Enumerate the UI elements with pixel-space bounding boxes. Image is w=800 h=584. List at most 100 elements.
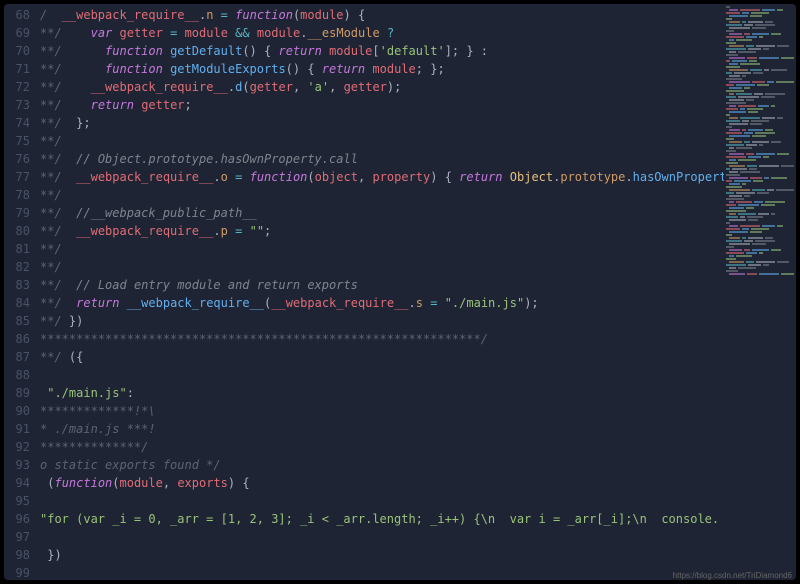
- code-content[interactable]: **/: [40, 132, 62, 150]
- minimap-line: [726, 99, 794, 101]
- minimap-line: [726, 39, 794, 41]
- code-content[interactable]: **/ var getter = module && module.__esMo…: [40, 24, 394, 42]
- code-content[interactable]: **/ function getModuleExports() { return…: [40, 60, 445, 78]
- line-number: 90: [4, 402, 40, 420]
- minimap-line: [726, 180, 794, 182]
- minimap-line: [726, 117, 794, 119]
- code-line[interactable]: 97: [4, 528, 724, 546]
- code-line[interactable]: 84**/ return __webpack_require__(__webpa…: [4, 294, 724, 312]
- code-line[interactable]: 93o static exports found */: [4, 456, 724, 474]
- minimap-line: [726, 24, 794, 26]
- code-content[interactable]: o static exports found */: [40, 456, 221, 474]
- code-line[interactable]: 89 "./main.js":: [4, 384, 724, 402]
- minimap-line: [726, 204, 794, 206]
- code-line[interactable]: 75**/: [4, 132, 724, 150]
- line-number: 97: [4, 528, 40, 546]
- minimap-line: [726, 48, 794, 50]
- code-line[interactable]: 79**/ //__webpack_public_path__: [4, 204, 724, 222]
- code-content[interactable]: **/: [40, 258, 62, 276]
- minimap-line: [726, 6, 794, 8]
- code-content[interactable]: **************/: [40, 438, 148, 456]
- minimap-line: [726, 69, 794, 71]
- code-line[interactable]: 76**/ // Object.prototype.hasOwnProperty…: [4, 150, 724, 168]
- code-line[interactable]: 96"for (var _i = 0, _arr = [1, 2, 3]; _i…: [4, 510, 724, 528]
- code-line[interactable]: 80**/ __webpack_require__.p = "";: [4, 222, 724, 240]
- line-number: 76: [4, 150, 40, 168]
- code-content[interactable]: "./main.js":: [40, 384, 134, 402]
- minimap-line: [726, 90, 794, 92]
- line-number: 93: [4, 456, 40, 474]
- code-line[interactable]: 73**/ return getter;: [4, 96, 724, 114]
- code-line[interactable]: 95: [4, 492, 724, 510]
- line-number: 94: [4, 474, 40, 492]
- code-content[interactable]: **/ __webpack_require__.o = function(obj…: [40, 168, 724, 186]
- code-content[interactable]: / __webpack_require__.n = function(modul…: [40, 6, 365, 24]
- code-line[interactable]: 70**/ function getDefault() { return mod…: [4, 42, 724, 60]
- code-content[interactable]: **/ };: [40, 114, 91, 132]
- line-number: 73: [4, 96, 40, 114]
- minimap-line: [726, 240, 794, 242]
- code-content[interactable]: **/ function getDefault() { return modul…: [40, 42, 488, 60]
- code-content[interactable]: **/: [40, 186, 62, 204]
- code-content[interactable]: **/ ({: [40, 348, 83, 366]
- code-line[interactable]: 78**/: [4, 186, 724, 204]
- code-content[interactable]: **/ return __webpack_require__(__webpack…: [40, 294, 539, 312]
- minimap-line: [726, 198, 794, 200]
- minimap-line: [726, 84, 794, 86]
- code-content[interactable]: **/ //__webpack_public_path__: [40, 204, 257, 222]
- minimap-line: [726, 171, 794, 173]
- code-content[interactable]: **/ return getter;: [40, 96, 192, 114]
- code-line[interactable]: 98 }): [4, 546, 724, 564]
- code-line[interactable]: 68/ __webpack_require__.n = function(mod…: [4, 6, 724, 24]
- code-line[interactable]: 88: [4, 366, 724, 384]
- minimap-line: [726, 138, 794, 140]
- code-content[interactable]: **/ }): [40, 312, 83, 330]
- code-content[interactable]: * ./main.js ***!: [40, 420, 156, 438]
- minimap-line: [726, 111, 794, 113]
- code-line[interactable]: 72**/ __webpack_require__.d(getter, 'a',…: [4, 78, 724, 96]
- code-line[interactable]: 91* ./main.js ***!: [4, 420, 724, 438]
- code-line[interactable]: 74**/ };: [4, 114, 724, 132]
- minimap-line: [726, 168, 794, 170]
- minimap-line: [726, 132, 794, 134]
- code-content[interactable]: (function(module, exports) {: [40, 474, 250, 492]
- minimap-line: [726, 216, 794, 218]
- code-line[interactable]: 92**************/: [4, 438, 724, 456]
- minimap[interactable]: [724, 4, 796, 580]
- code-line[interactable]: 82**/: [4, 258, 724, 276]
- code-line[interactable]: 86**************************************…: [4, 330, 724, 348]
- code-line[interactable]: 94 (function(module, exports) {: [4, 474, 724, 492]
- code-line[interactable]: 90*************!*\: [4, 402, 724, 420]
- code-line[interactable]: 81**/: [4, 240, 724, 258]
- minimap-line: [726, 114, 794, 116]
- code-area[interactable]: 68/ __webpack_require__.n = function(mod…: [4, 4, 724, 580]
- minimap-line: [726, 54, 794, 56]
- code-line[interactable]: 77**/ __webpack_require__.o = function(o…: [4, 168, 724, 186]
- code-line[interactable]: 87**/ ({: [4, 348, 724, 366]
- minimap-line: [726, 183, 794, 185]
- minimap-line: [726, 51, 794, 53]
- line-number: 96: [4, 510, 40, 528]
- code-content[interactable]: }): [40, 546, 62, 564]
- code-line[interactable]: 83**/ // Load entry module and return ex…: [4, 276, 724, 294]
- code-content[interactable]: "for (var _i = 0, _arr = [1, 2, 3]; _i <…: [40, 510, 719, 528]
- minimap-line: [726, 144, 794, 146]
- minimap-line: [726, 213, 794, 215]
- code-line[interactable]: 69**/ var getter = module && module.__es…: [4, 24, 724, 42]
- minimap-line: [726, 192, 794, 194]
- code-content[interactable]: **/ // Object.prototype.hasOwnProperty.c…: [40, 150, 358, 168]
- code-line[interactable]: 99: [4, 564, 724, 580]
- code-content[interactable]: ****************************************…: [40, 330, 488, 348]
- code-line[interactable]: 71**/ function getModuleExports() { retu…: [4, 60, 724, 78]
- code-content[interactable]: *************!*\: [40, 402, 156, 420]
- minimap-line: [726, 258, 794, 260]
- line-number: 92: [4, 438, 40, 456]
- minimap-line: [726, 78, 794, 80]
- code-line[interactable]: 85**/ }): [4, 312, 724, 330]
- code-content[interactable]: **/ __webpack_require__.p = "";: [40, 222, 271, 240]
- code-content[interactable]: **/: [40, 240, 62, 258]
- minimap-line: [726, 267, 794, 269]
- code-content[interactable]: **/ __webpack_require__.d(getter, 'a', g…: [40, 78, 401, 96]
- code-content[interactable]: **/ // Load entry module and return expo…: [40, 276, 358, 294]
- minimap-line: [726, 120, 794, 122]
